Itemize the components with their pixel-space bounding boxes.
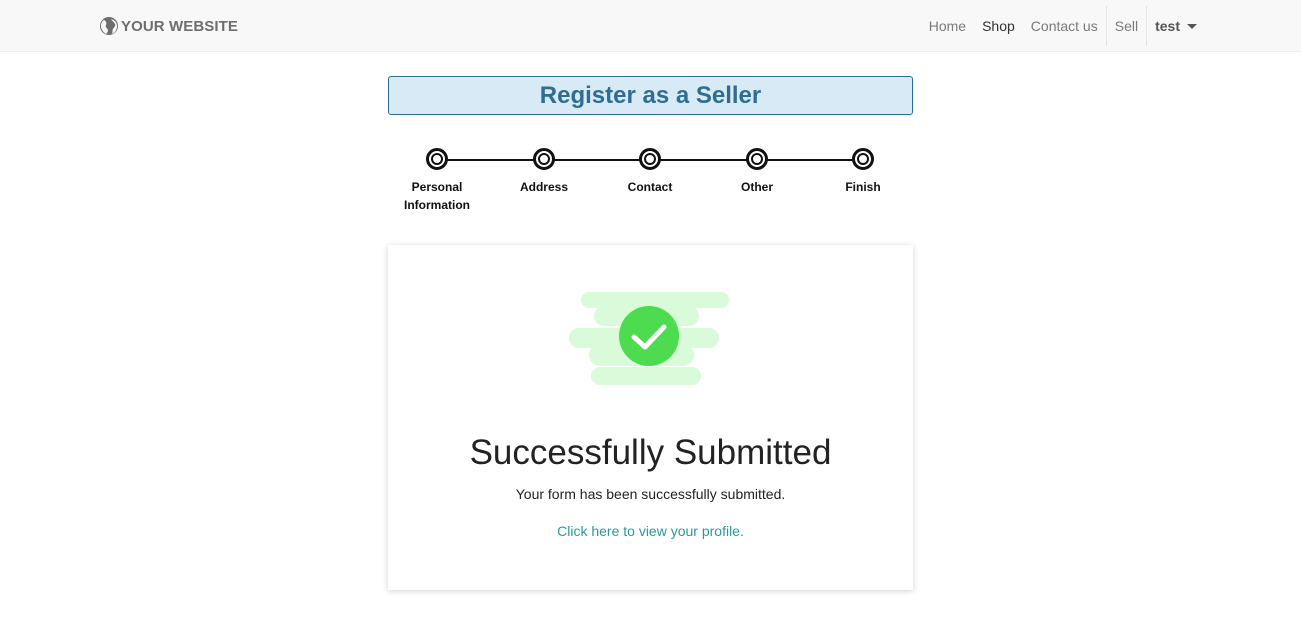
brand-logo[interactable]: YOUR WEBSITE: [99, 15, 238, 37]
step-dot-icon: [746, 148, 768, 170]
step-personal-information: Personal Information: [387, 148, 487, 214]
main-nav: Home Shop Contact us Sell test: [921, 0, 1201, 52]
user-name: test: [1155, 18, 1180, 34]
step-dot-icon: [533, 148, 555, 170]
success-message: Your form has been successfully submitte…: [515, 486, 786, 502]
step-label: Address: [519, 180, 569, 194]
success-heading: Successfully Submitted: [469, 433, 832, 472]
step-dot-icon: [639, 148, 661, 170]
nav-contact[interactable]: Contact us: [1023, 0, 1106, 52]
nav-home[interactable]: Home: [921, 0, 974, 52]
step-label: Finish: [845, 180, 881, 194]
brand-name: YOUR WEBSITE: [121, 17, 239, 35]
step-contact: Contact: [600, 148, 700, 196]
step-dot-icon: [852, 148, 874, 170]
progress-stepper: Personal Information Address Contact Oth…: [380, 148, 920, 218]
success-card: Successfully Submitted Your form has bee…: [388, 245, 913, 590]
nav-shop[interactable]: Shop: [974, 0, 1023, 52]
page-title-banner: Register as a Seller: [388, 76, 913, 115]
step-label: Contact: [627, 180, 673, 194]
step-other: Other: [707, 148, 807, 196]
page-title: Register as a Seller: [539, 82, 762, 109]
top-navbar: YOUR WEBSITE Home Shop Contact us Sell t…: [0, 0, 1301, 52]
view-profile-link[interactable]: Click here to view your profile.: [388, 523, 913, 539]
check-circle-icon: [569, 292, 729, 385]
step-dot-icon: [426, 148, 448, 170]
nav-sell[interactable]: Sell: [1107, 0, 1146, 52]
step-label: Other: [740, 180, 773, 194]
step-finish: Finish: [813, 148, 913, 196]
globe-icon: [99, 16, 119, 36]
user-menu-toggle[interactable]: test: [1147, 0, 1201, 52]
chevron-down-icon: [1187, 23, 1197, 29]
step-address: Address: [494, 148, 594, 196]
step-label: Personal Information: [404, 180, 470, 212]
